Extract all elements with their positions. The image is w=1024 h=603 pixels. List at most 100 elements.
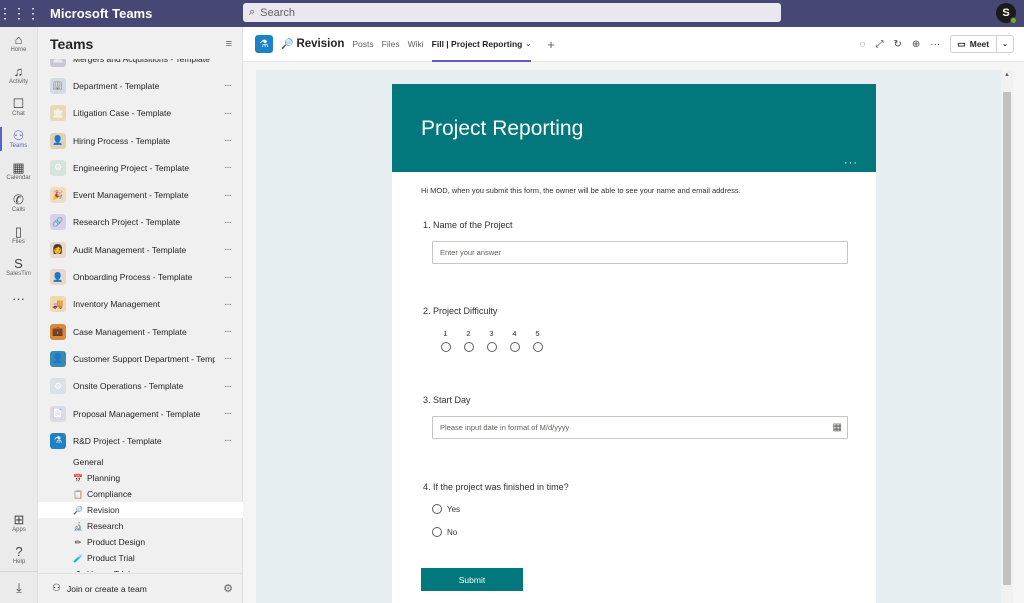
project-name-input[interactable]: Enter your answer <box>432 241 848 264</box>
more-options-icon[interactable]: ··· <box>224 381 232 392</box>
rating-number: 3 <box>489 329 494 338</box>
team-item[interactable]: 👤 Onboarding Process - Template ··· <box>38 263 243 290</box>
rating-radio-5[interactable] <box>532 342 543 352</box>
team-item[interactable]: 💼 Case Management - Template ··· <box>38 318 243 345</box>
team-item[interactable]: 👤 Hiring Process - Template ··· <box>38 127 243 154</box>
team-item[interactable]: 🏛 Litigation Case - Template ··· <box>38 100 243 127</box>
tab-project-reporting[interactable]: Fill | Project Reporting ⌄ <box>431 27 532 62</box>
team-item[interactable]: 👩 Audit Management - Template ··· <box>38 236 243 263</box>
team-item[interactable]: 🏢 Department - Template ··· <box>38 72 243 99</box>
rail-item-calls[interactable]: ✆ Calls <box>0 187 37 219</box>
teams-list[interactable]: 🏛Mergers and Acquisitions - Template···🏢… <box>38 59 243 572</box>
more-options-icon[interactable]: ··· <box>224 272 232 283</box>
more-options-icon[interactable]: ··· <box>224 190 232 201</box>
more-options-icon[interactable]: ··· <box>224 244 232 255</box>
more-options-icon[interactable]: ··· <box>224 217 232 228</box>
more-options-icon[interactable]: ··· <box>224 59 232 64</box>
rating-radio-3[interactable] <box>486 342 497 352</box>
rail-item-home[interactable]: ⌂ Home <box>0 27 37 59</box>
avatar[interactable]: S <box>996 3 1017 24</box>
team-item[interactable]: 🏛 Mergers and Acquisitions - Template ··· <box>38 59 243 72</box>
team-icon: 👤 <box>50 350 66 367</box>
conversation-icon[interactable]: ◌ <box>860 39 866 50</box>
more-options-icon[interactable]: ··· <box>224 353 232 364</box>
channel-item[interactable]: 📋 Compliance <box>38 486 243 502</box>
radio-yes[interactable] <box>432 504 442 514</box>
rail-item-activity[interactable]: ♫ Activity <box>0 59 37 91</box>
rail-item-more[interactable]: ··· <box>0 283 37 315</box>
tab-files[interactable]: Files <box>382 27 400 62</box>
more-options-icon[interactable]: ··· <box>224 135 232 146</box>
scroll-up-icon[interactable]: ▲ <box>1004 72 1010 78</box>
join-create-team[interactable]: ⚇ Join or create a team ⚙ <box>38 573 243 603</box>
channel-item[interactable]: 📅 Planning <box>38 470 243 486</box>
rail-item-chat[interactable]: ☐ Chat <box>0 91 37 123</box>
team-item[interactable]: 👤 Customer Support Department - Template ·… <box>38 345 243 372</box>
more-options-icon[interactable]: ··· <box>224 108 232 119</box>
more-options-icon[interactable]: ··· <box>224 80 232 91</box>
more-options-icon[interactable]: ··· <box>844 157 858 169</box>
channel-item[interactable]: ✏ Product Design <box>38 534 243 550</box>
channel-name: Product Trial <box>87 553 135 564</box>
channel-item[interactable]: ⚗ Usage Trial <box>38 566 243 572</box>
radio-no[interactable] <box>432 527 442 537</box>
chevron-down-icon[interactable]: ⌄ <box>997 40 1013 48</box>
tab-posts[interactable]: Posts <box>352 27 373 62</box>
rail-item-teams[interactable]: ⚇ Teams <box>0 123 37 155</box>
team-item[interactable]: 🔗 Research Project - Template ··· <box>38 209 243 236</box>
rail-item-calendar[interactable]: ▦ Calendar <box>0 155 37 187</box>
submit-button[interactable]: Submit <box>421 568 523 591</box>
rating-radio-2[interactable] <box>463 342 474 352</box>
tab-wiki[interactable]: Wiki <box>408 27 424 62</box>
rail-item-files[interactable]: ▯ Files <box>0 219 37 251</box>
start-day-input[interactable]: Please input date in format of M/d/yyyy … <box>432 416 848 439</box>
more-options-icon[interactable]: ··· <box>224 299 232 310</box>
option-yes[interactable]: Yes <box>432 504 460 514</box>
more-options-icon[interactable]: ··· <box>224 326 232 337</box>
channel-item[interactable]: 🔎 Revision <box>38 502 243 519</box>
more-options-icon[interactable]: ··· <box>930 39 940 50</box>
rail-label: Calls <box>11 207 26 213</box>
rating-radio-4[interactable] <box>509 342 520 352</box>
channel-item[interactable]: General <box>38 454 243 470</box>
team-item[interactable]: 🚚 Inventory Management ··· <box>38 291 243 318</box>
rail-item-help[interactable]: ? Help <box>0 539 38 571</box>
refresh-icon[interactable]: ↻ <box>893 39 901 50</box>
video-camera-icon: ▭ <box>957 38 966 49</box>
add-tab-icon[interactable]: + <box>547 37 555 52</box>
team-item[interactable]: ⚗ R&D Project - Template ··· <box>38 427 243 454</box>
team-name: Mergers and Acquisitions - Template <box>73 59 215 64</box>
option-no[interactable]: No <box>432 527 457 537</box>
rating-radio-1[interactable] <box>440 342 451 352</box>
app-rail: ⌂ Home ♫ Activity ☐ Chat ⚇ Teams ▦ Calendar ✆… <box>0 27 38 603</box>
channel-icon: 📅 <box>73 473 83 483</box>
globe-icon[interactable]: ⊕ <box>912 39 920 50</box>
team-item[interactable]: 🎉 Event Management - Template ··· <box>38 181 243 208</box>
more-options-icon[interactable]: ··· <box>224 408 232 419</box>
filter-icon[interactable]: ≡ <box>226 38 232 50</box>
chevron-down-icon[interactable]: ⌄ <box>525 40 531 48</box>
more-options-icon[interactable]: ··· <box>224 162 232 173</box>
team-name: Event Management - Template <box>73 190 189 201</box>
app-launcher-icon[interactable]: ⋮⋮⋮ <box>0 0 40 27</box>
scrollbar-thumb[interactable] <box>1003 92 1011 585</box>
content-scrollbar[interactable]: ▲ <box>1001 70 1013 603</box>
rail-label: Files <box>12 239 25 245</box>
team-item[interactable]: ⚙ Engineering Project - Template ··· <box>38 154 243 181</box>
join-team-icon: ⚇ <box>52 583 61 594</box>
search-box[interactable]: ⌕ Search <box>243 3 781 22</box>
rail-item-download[interactable]: ⤓ <box>0 571 38 603</box>
calendar-icon[interactable]: ▦ <box>833 422 842 433</box>
channel-item[interactable]: 🧪 Product Trial <box>38 550 243 566</box>
settings-gear-icon[interactable]: ⚙ <box>223 582 233 595</box>
team-item[interactable]: ⚙ Onsite Operations - Template ··· <box>38 373 243 400</box>
expand-icon[interactable]: ⤢ <box>875 39 883 50</box>
team-item[interactable]: 📄 Proposal Management - Template ··· <box>38 400 243 427</box>
meet-button[interactable]: ▭ Meet ⌄ <box>950 35 1014 53</box>
team-icon: 🎉 <box>50 187 66 204</box>
rail-item-salestim[interactable]: S SalesTim <box>0 251 37 283</box>
channel-item[interactable]: 🔬 Research <box>38 518 243 534</box>
rail-item-apps[interactable]: ⊞ Apps <box>0 507 38 539</box>
more-options-icon[interactable]: ··· <box>224 435 232 446</box>
more-apps-icon: ··· <box>12 291 25 306</box>
